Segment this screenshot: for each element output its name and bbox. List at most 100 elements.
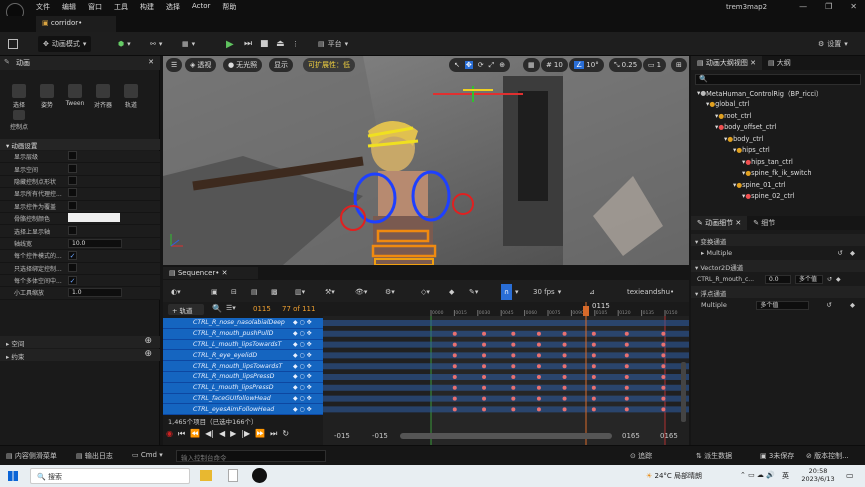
track-key-icon[interactable]: ◆ ○ ✥ (293, 373, 312, 380)
tab-anim-details[interactable]: ✎ 动画细节 ✕ (691, 216, 748, 230)
view-options-dropdown[interactable]: 👁▾ (355, 284, 367, 300)
setting-checkbox[interactable] (68, 175, 77, 185)
add-actor-button[interactable]: ⬢ ▾ (118, 36, 131, 52)
setting-checkbox[interactable] (68, 151, 77, 161)
snap-options-dropdown[interactable]: ▾ (515, 284, 519, 300)
notification-icon[interactable]: ▭ (846, 471, 854, 480)
pin-icon[interactable]: ✎ (4, 58, 10, 66)
sequencer-timeline[interactable]: 0000 0015 0030 0045 0060 0075 0090 0105 0120 0135… (323, 302, 689, 445)
track-key-icon[interactable]: ◆ ○ ✥ (293, 406, 312, 413)
tab-details[interactable]: ✎ 细节 (747, 216, 781, 230)
key-v2-icon[interactable]: ◆ (836, 276, 841, 283)
camera-speed-button[interactable]: ▭ 1 (643, 58, 667, 72)
unsaved-button[interactable]: ▣ 3未保存 (760, 451, 794, 461)
tab-anim-outliner[interactable]: ▤ 动画大纲视图 ✕ (691, 56, 762, 70)
track-row[interactable]: CTRL_R_mouth_pushPullD ◆ ○ ✥ (163, 328, 323, 340)
setting-checkbox[interactable] (68, 225, 77, 235)
setting-checkbox[interactable] (68, 163, 77, 173)
tool-pivot[interactable]: 控制点 (8, 110, 30, 131)
tool-snapper[interactable]: 对齐器 (92, 84, 114, 128)
reset-icon[interactable]: ↺ (838, 249, 843, 257)
actions-icon[interactable]: ▥▾ (295, 284, 305, 300)
outliner-row[interactable]: ▾ ● hips_ctrl (691, 145, 865, 157)
mode-dropdown[interactable]: ✥ 动画模式 ▾ (38, 36, 92, 52)
transform-tools[interactable]: ↖ ✥ ⟳ ⤢ ⊕ (449, 58, 511, 72)
perspective-button[interactable]: ◈ 透视 (185, 58, 217, 72)
vector2d-x-field[interactable]: 0.0 (765, 274, 791, 284)
skip-button[interactable]: ⏭ (244, 36, 252, 52)
curve-dropdown[interactable]: ✎▾ (469, 284, 478, 300)
view-end-field[interactable]: 0165 (622, 432, 640, 440)
camera-cut-icon[interactable]: ▩ (271, 284, 278, 300)
close-panel-icon[interactable]: ✕ (148, 58, 154, 66)
track-row[interactable]: CTRL_L_mouth_lipsTowardsT ◆ ○ ✥ (163, 339, 323, 351)
notepad-icon[interactable] (228, 469, 238, 482)
weather-widget[interactable]: ☀ 24°C 局部晴朗 (646, 471, 702, 481)
add-constraint-icon[interactable]: ⊕ (144, 349, 152, 359)
outliner-search-input[interactable]: 🔍 (695, 74, 861, 85)
view-start-field[interactable]: -015 (372, 432, 388, 440)
menu-tools[interactable]: 工具 (114, 2, 128, 12)
tool-pose[interactable]: 姿势 (36, 84, 58, 128)
add-space-icon[interactable]: ⊕ (144, 336, 152, 346)
setting-checkbox[interactable]: ✓ (68, 276, 77, 286)
tab-outliner[interactable]: ▤ 大纲 (762, 56, 797, 70)
setting-number-field[interactable]: 1.0 (68, 288, 122, 298)
outliner-row[interactable]: ▾ ● hips_tan_ctrl (691, 156, 865, 168)
vector2d-y-field[interactable]: 多个值 (795, 274, 823, 284)
step-back-icon[interactable]: ◀| (205, 429, 214, 439)
curve-editor-button[interactable]: ⊿ (589, 284, 595, 300)
key-icon[interactable]: ◆ (850, 249, 855, 257)
sequencer-tab[interactable]: ▤ Sequencer• ✕ (163, 267, 258, 279)
play-forward-icon[interactable]: ▶ (230, 429, 236, 439)
track-row[interactable]: CTRL_L_mouth_lipsPressD ◆ ○ ✥ (163, 382, 323, 394)
tool-tween[interactable]: Tween (64, 84, 86, 128)
outliner-row[interactable]: ▾ ● MetaHuman_ControlRig（BP_ricci） (691, 87, 865, 99)
add-track-button[interactable]: + 轨道 (168, 304, 204, 315)
scalability-warning[interactable]: 可扩展性：低 (303, 58, 355, 72)
menu-window[interactable]: 窗口 (88, 2, 102, 12)
file-explorer-icon[interactable] (200, 470, 212, 481)
viewport-menu-button[interactable]: ☰ (166, 58, 183, 72)
trace-button[interactable]: ⊙ 追踪 (630, 451, 652, 461)
fps-dropdown[interactable]: 30 fps ▾ (533, 284, 561, 300)
menu-actor[interactable]: Actor (192, 2, 210, 12)
document-tab[interactable]: ▣ corridor• (36, 16, 116, 32)
color-swatch[interactable] (68, 213, 120, 223)
rotation-snap-button[interactable]: ∠ 10° (569, 58, 604, 72)
select-mode-icon[interactable]: ↖ (454, 61, 460, 69)
section-space[interactable]: ▸ 空间 ⊕ (0, 336, 160, 348)
derived-data-button[interactable]: ⇅ 派生数据 (696, 451, 732, 461)
save-sequence-icon[interactable]: ▣ (211, 284, 218, 300)
maximize-icon[interactable]: ❐ (825, 2, 832, 11)
track-key-icon[interactable]: ◆ ○ ✥ (293, 384, 312, 391)
save-button[interactable] (8, 36, 18, 52)
track-key-icon[interactable]: ◆ ○ ✥ (293, 330, 312, 337)
menu-edit[interactable]: 编辑 (62, 2, 76, 12)
track-row[interactable]: CTRL_faceGUIfollowHead ◆ ○ ✥ (163, 393, 323, 405)
tool-trail[interactable]: 轨道 (120, 84, 142, 128)
playback-options-dropdown[interactable]: ⚙▾ (385, 284, 395, 300)
loop-icon[interactable]: ↻ (282, 429, 289, 439)
sequence-name[interactable]: texieandshu• (627, 284, 674, 300)
track-key-icon[interactable]: ◆ ○ ✥ (293, 363, 312, 370)
step-forward-icon[interactable]: |▶ (241, 429, 250, 439)
stop-button[interactable]: ■ (260, 36, 269, 52)
platform-dropdown[interactable]: ▤ 平台 ▾ (318, 36, 348, 52)
content-drawer-button[interactable]: ▤ 内容侧滑菜单 (6, 451, 57, 461)
play-options-button[interactable]: ⋮ (292, 36, 299, 52)
outliner-row[interactable]: ▾ ● spine_01_ctrl (691, 179, 865, 191)
outliner-row[interactable]: ▾ ● body_offset_ctrl (691, 122, 865, 134)
settings-button[interactable]: ⚙ 设置 ▾ (818, 36, 848, 52)
menu-select[interactable]: 选择 (166, 2, 180, 12)
section-float-channels[interactable]: ▾ 浮点通道 (691, 286, 865, 298)
clock[interactable]: 20:58 2023/6/13 (798, 467, 838, 483)
menu-build[interactable]: 构建 (140, 2, 154, 12)
section-transform-channels[interactable]: ▾ 变换通道 (691, 234, 865, 246)
render-movie-icon[interactable]: ▤ (251, 284, 258, 300)
reset-v2-icon[interactable]: ↺ (827, 276, 832, 283)
next-key-icon[interactable]: ⏩ (255, 429, 265, 439)
cmd-dropdown[interactable]: ▭ Cmd ▾ (132, 451, 163, 459)
track-row[interactable]: CTRL_eyesAimFollowHead ◆ ○ ✥ (163, 404, 323, 416)
level-viewport[interactable] (163, 56, 689, 265)
